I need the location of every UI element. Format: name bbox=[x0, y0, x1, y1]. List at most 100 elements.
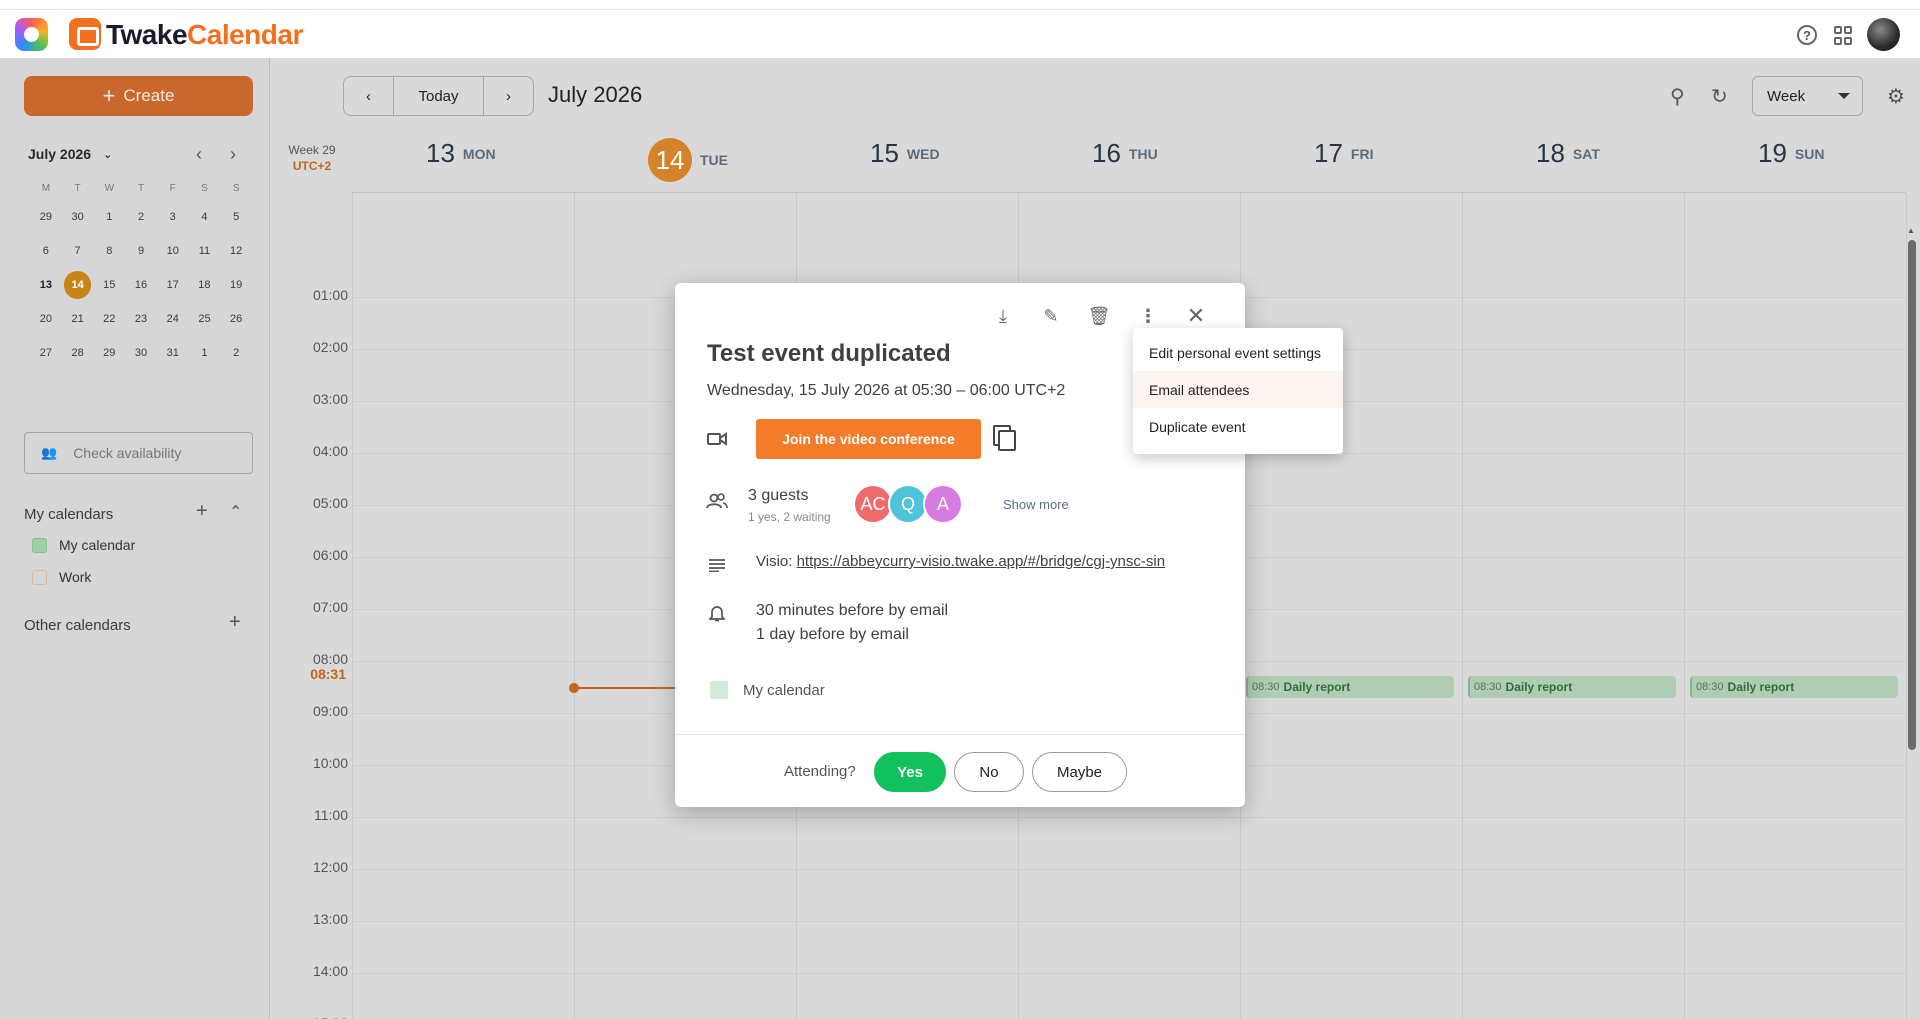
twake-apps-logo-icon[interactable] bbox=[15, 18, 48, 51]
mini-day[interactable]: 23 bbox=[125, 305, 157, 333]
calendar-item-my-calendar[interactable]: My calendar bbox=[32, 537, 135, 553]
day-header-mon[interactable]: 13 MON bbox=[426, 138, 496, 169]
mini-day[interactable]: 19 bbox=[220, 271, 252, 299]
download-icon[interactable]: ⤓ bbox=[988, 301, 1018, 331]
help-icon[interactable]: ? bbox=[1797, 25, 1817, 45]
day-column-divider bbox=[1906, 193, 1907, 1019]
mini-calendar-header[interactable]: July 2026 ⌄ bbox=[28, 146, 112, 162]
calendar-checkbox[interactable] bbox=[32, 537, 47, 553]
mini-calendar-grid: M T W T F S S 29 30 1 2 3 4 5 6 7 8 9 10 11 12 13 14 15 16 17 18 19… bbox=[30, 178, 252, 370]
check-availability-button[interactable]: 👥 Check availability bbox=[24, 432, 253, 474]
trash-icon[interactable]: 🗑 bbox=[1084, 301, 1114, 331]
menu-item-edit-personal-settings[interactable]: Edit personal event settings bbox=[1133, 334, 1343, 371]
add-other-calendar-icon[interactable]: + bbox=[229, 611, 241, 634]
mini-day[interactable]: 3 bbox=[157, 203, 189, 231]
add-calendar-icon[interactable]: + bbox=[196, 500, 208, 523]
mini-day[interactable]: 1 bbox=[93, 203, 125, 231]
apps-grid-icon[interactable] bbox=[1831, 24, 1855, 46]
mini-day[interactable]: 4 bbox=[189, 203, 221, 231]
guests-people-icon bbox=[705, 489, 729, 513]
menu-item-email-attendees[interactable]: Email attendees bbox=[1133, 371, 1343, 408]
collapse-chevron-up-icon[interactable]: ⌃ bbox=[229, 502, 242, 522]
mini-day[interactable]: 27 bbox=[30, 339, 62, 367]
popup-divider bbox=[675, 734, 1245, 735]
mini-day[interactable]: 12 bbox=[220, 237, 252, 265]
mini-day[interactable]: 14 bbox=[63, 271, 92, 299]
calendar-checkbox[interactable] bbox=[32, 569, 47, 585]
view-select[interactable]: Week bbox=[1752, 76, 1863, 116]
hour-gridline bbox=[352, 973, 1906, 974]
mini-day[interactable]: 30 bbox=[62, 203, 94, 231]
mini-day[interactable]: 28 bbox=[62, 339, 94, 367]
scroll-up-arrow-icon[interactable]: ▲ bbox=[1907, 226, 1915, 235]
event-description: Visio: https://abbeycurry-visio.twake.ap… bbox=[756, 553, 1165, 570]
day-header-wed[interactable]: 15 WED bbox=[870, 138, 940, 169]
mini-day[interactable]: 2 bbox=[125, 203, 157, 231]
mini-day[interactable]: 20 bbox=[30, 305, 62, 333]
mini-day[interactable]: 13 bbox=[30, 271, 62, 299]
mini-day[interactable]: 2 bbox=[220, 339, 252, 367]
day-header-thu[interactable]: 16 THU bbox=[1092, 138, 1158, 169]
day-number: 15 bbox=[870, 138, 899, 168]
mini-day[interactable]: 7 bbox=[62, 237, 94, 265]
day-header-fri[interactable]: 17 FRI bbox=[1314, 138, 1373, 169]
more-vertical-icon[interactable]: ⋮ bbox=[1133, 301, 1163, 331]
day-header-tue[interactable]: 14 TUE bbox=[648, 138, 728, 182]
attending-no-button[interactable]: No bbox=[954, 752, 1024, 792]
pencil-edit-icon[interactable]: ✎ bbox=[1036, 301, 1066, 331]
hour-label: 10:00 bbox=[312, 755, 348, 771]
hour-label: 07:00 bbox=[312, 599, 348, 615]
visio-link[interactable]: https://abbeycurry-visio.twake.app/#/bri… bbox=[797, 553, 1166, 570]
mini-day[interactable]: 31 bbox=[157, 339, 189, 367]
guest-avatar[interactable]: AC bbox=[853, 484, 893, 524]
scrollbar[interactable] bbox=[1908, 240, 1916, 750]
close-icon[interactable]: ✕ bbox=[1181, 301, 1211, 331]
today-button[interactable]: Today bbox=[393, 77, 484, 115]
mini-day[interactable]: 29 bbox=[30, 203, 62, 231]
mini-day[interactable]: 16 bbox=[125, 271, 157, 299]
mini-day[interactable]: 15 bbox=[93, 271, 125, 299]
mini-day[interactable]: 6 bbox=[30, 237, 62, 265]
show-more-guests-link[interactable]: Show more bbox=[1003, 497, 1069, 512]
event-chip-daily-report[interactable]: 08:30 Daily report bbox=[1690, 676, 1898, 698]
copy-link-icon[interactable] bbox=[993, 425, 1017, 451]
mini-day[interactable]: 9 bbox=[125, 237, 157, 265]
mini-next-month-icon[interactable]: › bbox=[230, 144, 236, 165]
mini-day[interactable]: 1 bbox=[189, 339, 221, 367]
mini-day[interactable]: 8 bbox=[93, 237, 125, 265]
join-video-conference-button[interactable]: Join the video conference bbox=[756, 419, 981, 459]
mini-day[interactable]: 18 bbox=[189, 271, 221, 299]
mini-week-row: 27 28 29 30 31 1 2 bbox=[30, 336, 252, 370]
mini-day[interactable]: 17 bbox=[157, 271, 189, 299]
guest-avatar[interactable]: A bbox=[923, 484, 963, 524]
mini-prev-month-icon[interactable]: ‹ bbox=[196, 144, 202, 165]
day-column-divider bbox=[352, 193, 353, 1019]
next-week-button[interactable]: › bbox=[484, 77, 533, 115]
prev-week-button[interactable]: ‹ bbox=[344, 77, 393, 115]
event-chip-daily-report[interactable]: 08:30 Daily report bbox=[1246, 676, 1454, 698]
mini-day[interactable]: 22 bbox=[93, 305, 125, 333]
mini-day[interactable]: 21 bbox=[62, 305, 94, 333]
attending-maybe-button[interactable]: Maybe bbox=[1032, 752, 1127, 792]
mini-day[interactable]: 24 bbox=[157, 305, 189, 333]
mini-day[interactable]: 5 bbox=[220, 203, 252, 231]
mini-day[interactable]: 26 bbox=[220, 305, 252, 333]
refresh-icon[interactable]: ↻ bbox=[1711, 84, 1728, 109]
mini-day[interactable]: 25 bbox=[189, 305, 221, 333]
week-number-label: Week 29 bbox=[288, 143, 336, 157]
calendar-item-work[interactable]: Work bbox=[32, 569, 91, 585]
day-header-sat[interactable]: 18 SAT bbox=[1536, 138, 1600, 169]
mini-day[interactable]: 29 bbox=[93, 339, 125, 367]
mini-day[interactable]: 11 bbox=[189, 237, 221, 265]
mini-day[interactable]: 10 bbox=[157, 237, 189, 265]
attending-yes-button[interactable]: Yes bbox=[874, 752, 946, 792]
event-chip-daily-report[interactable]: 08:30 Daily report bbox=[1468, 676, 1676, 698]
create-button[interactable]: + Create bbox=[24, 76, 253, 116]
gear-icon[interactable]: ⚙ bbox=[1887, 84, 1905, 109]
mini-day[interactable]: 30 bbox=[125, 339, 157, 367]
day-header-sun[interactable]: 19 SUN bbox=[1758, 138, 1824, 169]
user-avatar[interactable] bbox=[1867, 18, 1900, 51]
search-icon[interactable]: ⚲ bbox=[1670, 84, 1685, 109]
menu-item-duplicate-event[interactable]: Duplicate event bbox=[1133, 408, 1343, 445]
guest-avatar[interactable]: Q bbox=[888, 484, 928, 524]
